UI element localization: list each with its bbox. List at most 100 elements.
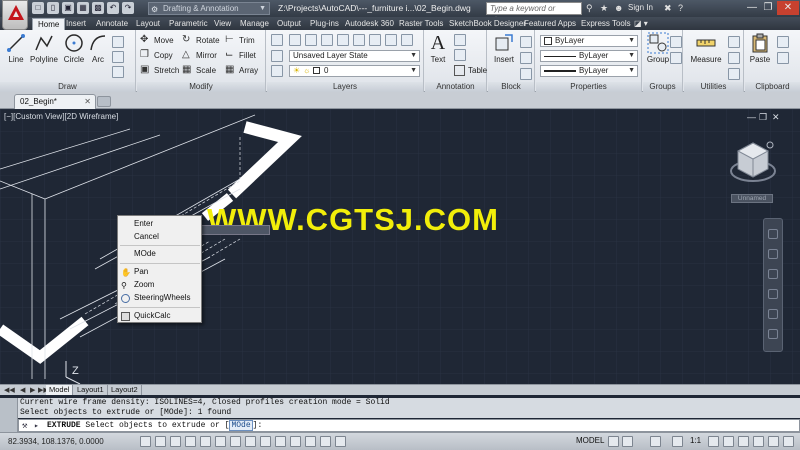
menu-item-mode[interactable]: MOde bbox=[118, 248, 201, 260]
group-button[interactable]: Group bbox=[644, 32, 672, 64]
rotate-button[interactable]: ↻ Rotate bbox=[182, 34, 220, 47]
create-block-icon[interactable] bbox=[520, 36, 532, 48]
close-tab-icon[interactable]: ✕ bbox=[84, 95, 91, 109]
polyline-button[interactable]: Polyline bbox=[29, 32, 59, 64]
menu-item-quickcalc[interactable]: QuickCalc bbox=[118, 310, 201, 322]
layer-freeze-icon[interactable] bbox=[271, 65, 283, 77]
quick-properties-icon[interactable] bbox=[320, 436, 331, 447]
quick-view-drawings-icon[interactable] bbox=[622, 436, 633, 447]
quick-view-layouts-icon[interactable] bbox=[608, 436, 619, 447]
layer-properties-icon[interactable] bbox=[271, 34, 283, 46]
tab-raster-tools[interactable]: Raster Tools bbox=[399, 18, 443, 30]
insert-button[interactable]: Insert bbox=[490, 32, 518, 64]
document-tab[interactable]: 02_Begin* ✕ bbox=[14, 94, 96, 109]
trim-button[interactable]: ⊢ Trim bbox=[225, 34, 255, 47]
cut-icon[interactable] bbox=[777, 36, 789, 48]
workspace-switching-icon[interactable] bbox=[723, 436, 734, 447]
3d-object-snap-icon[interactable] bbox=[230, 436, 241, 447]
subscription-icon[interactable]: ★ bbox=[600, 3, 608, 14]
isolate-objects-icon[interactable] bbox=[768, 436, 779, 447]
viewport-close-icon[interactable]: ✕ bbox=[772, 112, 780, 123]
ortho-mode-icon[interactable] bbox=[185, 436, 196, 447]
menu-item-cancel[interactable]: Cancel bbox=[118, 231, 201, 243]
tab-view[interactable]: View bbox=[214, 18, 231, 30]
fillet-button[interactable]: ⌙ Fillet bbox=[225, 49, 256, 62]
annotation-visibility-icon[interactable] bbox=[650, 436, 661, 447]
layer-dropdown[interactable]: ☀ ☼ 0 ▼ bbox=[289, 65, 420, 77]
layer-match-icon[interactable] bbox=[385, 34, 397, 46]
tab-layout1[interactable]: Layout1 bbox=[74, 385, 108, 395]
annotation-scale-icon[interactable] bbox=[672, 436, 683, 447]
minimize-button[interactable]: — bbox=[744, 1, 760, 15]
layer-freeze-vp-icon[interactable] bbox=[337, 34, 349, 46]
color-dropdown[interactable]: ByLayer ▼ bbox=[540, 35, 638, 47]
id-point-icon[interactable] bbox=[728, 68, 740, 80]
command-input[interactable]: ⚒ ▸ EXTRUDE Select objects to extrude or… bbox=[18, 419, 800, 432]
pan-icon[interactable] bbox=[768, 249, 778, 259]
layer-state-dropdown[interactable]: Unsaved Layer State ▼ bbox=[289, 50, 420, 62]
snap-mode-icon[interactable] bbox=[155, 436, 166, 447]
layer-off-icon[interactable] bbox=[289, 34, 301, 46]
tab-output[interactable]: Output bbox=[277, 18, 301, 30]
viewport-minimize-icon[interactable]: — bbox=[747, 112, 756, 122]
tab-model[interactable]: Model bbox=[46, 385, 74, 395]
arc-button[interactable]: Arc bbox=[84, 32, 112, 64]
clean-screen-icon[interactable] bbox=[783, 436, 794, 447]
next-layout-icon[interactable]: ▶ bbox=[30, 386, 35, 394]
dimension-icon[interactable] bbox=[454, 34, 466, 46]
text-button[interactable]: A Text bbox=[426, 32, 450, 64]
tab-layout2[interactable]: Layout2 bbox=[108, 385, 142, 395]
layer-isolate-icon[interactable] bbox=[305, 34, 317, 46]
layer-previous-icon[interactable] bbox=[401, 34, 413, 46]
orbit-icon[interactable] bbox=[768, 289, 778, 299]
tab-insert[interactable]: Insert bbox=[66, 18, 86, 30]
tab-home[interactable]: Home bbox=[32, 18, 66, 30]
mirror-button[interactable]: △ Mirror bbox=[182, 49, 217, 62]
object-snap-icon[interactable] bbox=[215, 436, 226, 447]
ucs-menu[interactable]: Unnamed bbox=[731, 194, 773, 203]
redo-icon[interactable]: ↷ bbox=[122, 2, 134, 14]
leader-icon[interactable] bbox=[454, 49, 466, 61]
infer-constraints-icon[interactable] bbox=[140, 436, 151, 447]
tab-layout[interactable]: Layout bbox=[136, 18, 160, 30]
viewport-restore-icon[interactable]: ❐ bbox=[759, 112, 767, 123]
search-icon[interactable]: ⚲ bbox=[586, 3, 593, 14]
tab-autodesk-360[interactable]: Autodesk 360 bbox=[345, 18, 394, 30]
restore-button[interactable]: ❐ bbox=[760, 1, 776, 15]
paste-button[interactable]: Paste bbox=[746, 32, 774, 64]
layer-unlock-icon[interactable] bbox=[369, 34, 381, 46]
viewcube-icon[interactable] bbox=[728, 137, 778, 189]
first-layout-icon[interactable]: ◀◀ bbox=[4, 386, 15, 394]
scale-button[interactable]: ▦ Scale bbox=[182, 64, 216, 77]
sign-in-link[interactable]: Sign In bbox=[628, 3, 653, 12]
tab-parametric[interactable]: Parametric bbox=[169, 18, 208, 30]
open-icon[interactable]: ▯ bbox=[47, 2, 59, 14]
dynamic-ucs-icon[interactable] bbox=[260, 436, 271, 447]
line-button[interactable]: Line bbox=[2, 32, 30, 64]
wrench-icon[interactable]: ⚒ bbox=[22, 421, 27, 432]
object-snap-tracking-icon[interactable] bbox=[245, 436, 256, 447]
save-icon[interactable]: ▣ bbox=[62, 2, 74, 14]
application-menu-button[interactable] bbox=[2, 0, 28, 30]
transparency-icon[interactable] bbox=[305, 436, 316, 447]
measure-button[interactable]: Measure bbox=[688, 32, 724, 64]
copy-clip-icon[interactable] bbox=[777, 52, 789, 64]
menu-item-steeringwheels[interactable]: SteeringWheels bbox=[118, 292, 201, 304]
coordinate-readout[interactable]: 82.3934, 108.1376, 0.0000 bbox=[8, 437, 104, 446]
lock-icon[interactable] bbox=[738, 436, 749, 447]
undo-icon[interactable]: ↶ bbox=[107, 2, 119, 14]
polar-tracking-icon[interactable] bbox=[200, 436, 211, 447]
help-icon[interactable]: ? bbox=[678, 3, 683, 13]
showmotion-icon[interactable] bbox=[768, 309, 778, 319]
quick-select-icon[interactable] bbox=[728, 36, 740, 48]
calculator-icon[interactable] bbox=[728, 52, 740, 64]
new-icon[interactable]: □ bbox=[32, 2, 44, 14]
edit-block-icon[interactable] bbox=[520, 52, 532, 64]
tab-express-tools[interactable]: Express Tools bbox=[581, 18, 631, 30]
tab-sketchbook-designer[interactable]: SketchBook Designer bbox=[449, 18, 526, 30]
close-button[interactable]: ✕ bbox=[777, 1, 799, 15]
command-window-handle[interactable] bbox=[0, 398, 18, 432]
user-icon[interactable]: ☻ bbox=[614, 3, 623, 13]
hatch-icon[interactable] bbox=[112, 51, 124, 63]
steering-wheel-icon[interactable] bbox=[768, 229, 778, 239]
